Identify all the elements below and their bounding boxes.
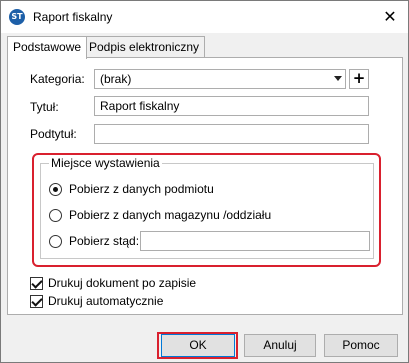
podtytul-label: Podtytuł: — [30, 127, 77, 141]
radio-magazyn-label[interactable]: Pobierz z danych magazynu /oddziału — [69, 208, 271, 222]
radio-custom-label[interactable]: Pobierz stąd: — [69, 234, 139, 248]
kategoria-combobox[interactable]: (brak) — [94, 69, 346, 89]
radio-magazyn[interactable] — [49, 209, 62, 222]
tab-panel: Kategoria: (brak) + Tytuł: Podtytuł: Mie… — [7, 57, 403, 315]
miejsce-wystawienia-title: Miejsce wystawienia — [49, 156, 162, 170]
window-title: Raport fiskalny — [33, 10, 113, 24]
title-bar: ST Raport fiskalny ✕ — [1, 1, 408, 33]
help-button[interactable]: Pomoc — [324, 334, 398, 357]
tab-podpis-elektroniczny[interactable]: Podpis elektroniczny — [83, 36, 206, 58]
checkbox-print-after-save[interactable] — [30, 277, 43, 290]
cancel-button[interactable]: Anuluj — [244, 334, 316, 357]
tytul-label: Tytuł: — [30, 100, 59, 114]
kategoria-value: (brak) — [100, 72, 132, 86]
dialog-window: ST Raport fiskalny ✕ Podstawowe Podpis e… — [0, 0, 409, 363]
tytul-input[interactable] — [94, 96, 369, 116]
tab-podstawowe[interactable]: Podstawowe — [7, 36, 88, 59]
kategoria-label: Kategoria: — [30, 72, 85, 86]
radio-podmiot-label[interactable]: Pobierz z danych podmiotu — [69, 182, 214, 196]
add-category-button[interactable]: + — [349, 69, 369, 89]
miejsce-wystawienia-group: Miejsce wystawienia Pobierz z danych pod… — [40, 156, 374, 259]
checkbox-print-after-save-label[interactable]: Drukuj dokument po zapisie — [48, 276, 196, 290]
custom-place-input[interactable] — [140, 231, 370, 251]
radio-podmiot[interactable] — [49, 183, 62, 196]
radio-custom[interactable] — [49, 235, 62, 248]
podtytul-input[interactable] — [94, 124, 369, 144]
checkbox-print-auto-label[interactable]: Drukuj automatycznie — [48, 294, 163, 308]
chevron-down-icon — [334, 76, 342, 81]
close-icon[interactable]: ✕ — [380, 7, 400, 27]
checkbox-print-auto[interactable] — [30, 295, 43, 308]
app-icon: ST — [9, 9, 25, 25]
ok-button[interactable]: OK — [161, 334, 235, 357]
